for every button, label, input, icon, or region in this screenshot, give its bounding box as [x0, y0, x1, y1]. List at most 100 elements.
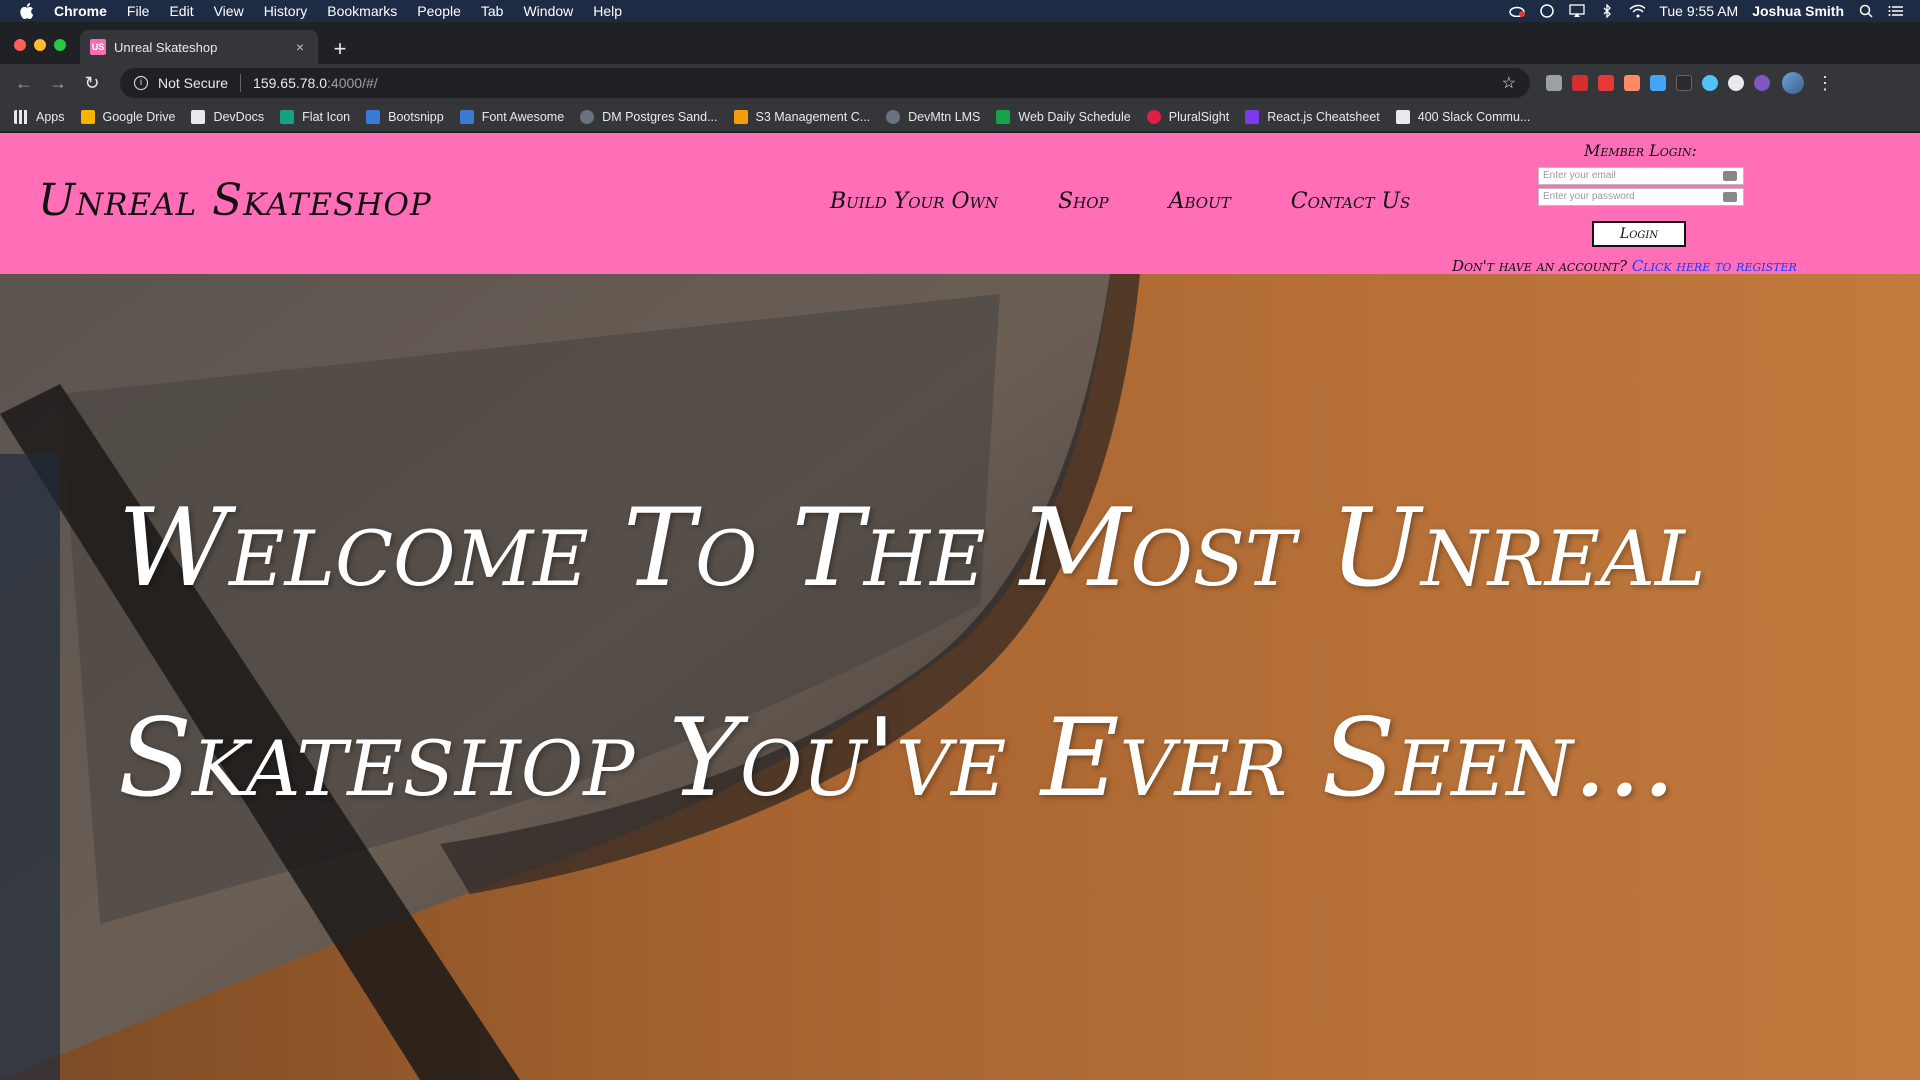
extension-icon[interactable]	[1754, 75, 1770, 91]
menu-window[interactable]: Window	[523, 3, 573, 19]
new-tab-button[interactable]: +	[326, 36, 354, 64]
nav-about[interactable]: About	[1169, 189, 1231, 214]
extension-icon[interactable]	[1598, 75, 1614, 91]
bookmark-label: DevMtn LMS	[908, 109, 981, 124]
minimize-window-button[interactable]	[34, 39, 46, 51]
login-title: Member Login:	[1584, 141, 1697, 160]
bookmark-dm-postgres[interactable]: DM Postgres Sand...	[580, 109, 718, 124]
login-button[interactable]: Login	[1592, 221, 1686, 247]
bookmark-flat-icon[interactable]: Flat Icon	[280, 109, 351, 124]
menu-tab[interactable]: Tab	[481, 3, 504, 19]
react-devtools-icon[interactable]	[1702, 75, 1718, 91]
nav-build-your-own[interactable]: Build Your Own	[830, 189, 998, 214]
bookmark-label: DM Postgres Sand...	[602, 109, 718, 124]
extension-icon[interactable]	[1676, 75, 1692, 91]
extension-icon[interactable]	[1572, 75, 1588, 91]
security-label[interactable]: Not Secure	[158, 75, 228, 91]
creative-cloud-icon[interactable]	[1509, 4, 1526, 18]
nav-contact-us[interactable]: Contact Us	[1291, 189, 1411, 214]
hero-line-2: Skateshop You've Ever Seen...	[118, 696, 1676, 821]
wifi-icon[interactable]	[1629, 4, 1646, 18]
menu-edit[interactable]: Edit	[169, 3, 193, 19]
password-field[interactable]: Enter your password	[1538, 188, 1744, 206]
nav-shop[interactable]: Shop	[1058, 189, 1109, 214]
site-logo[interactable]: Unreal Skateshop	[38, 175, 432, 226]
bookmark-label: S3 Management C...	[755, 109, 871, 124]
menu-bookmarks[interactable]: Bookmarks	[327, 3, 397, 19]
tab-title: Unreal Skateshop	[114, 39, 218, 55]
email-placeholder: Enter your email	[1543, 170, 1616, 181]
omnibox-separator	[240, 74, 242, 92]
web-page: Unreal Skateshop Build Your Own Shop Abo…	[0, 133, 1920, 1080]
bookmark-bootsnipp[interactable]: Bootsnipp	[366, 109, 444, 124]
status-area: Tue 9:55 AM Joshua Smith	[1509, 3, 1904, 19]
site-header: Unreal Skateshop Build Your Own Shop Abo…	[0, 133, 1920, 275]
spotlight-search-icon[interactable]	[1858, 4, 1874, 18]
bookmark-google-drive[interactable]: Google Drive	[80, 109, 176, 124]
bookmark-font-awesome[interactable]: Font Awesome	[459, 109, 565, 124]
menu-view[interactable]: View	[214, 3, 244, 19]
hero-banner: Welcome To The Most Unreal Skateshop You…	[0, 274, 1920, 1080]
reload-button[interactable]: ↻	[78, 69, 106, 97]
url-path: :4000/#/	[327, 75, 378, 91]
notification-center-icon[interactable]	[1888, 4, 1904, 18]
bookmark-devmtn-lms[interactable]: DevMtn LMS	[886, 109, 981, 124]
chrome-menu-icon[interactable]: ⋮	[1816, 73, 1834, 94]
close-window-button[interactable]	[14, 39, 26, 51]
bookmarks-bar: Apps Google Drive DevDocs Flat Icon Boot…	[0, 102, 1920, 132]
menu-app-name[interactable]: Chrome	[54, 3, 107, 19]
menubar-clock[interactable]: Tue 9:55 AM	[1659, 3, 1738, 19]
browser-tab[interactable]: US Unreal Skateshop ×	[80, 30, 318, 64]
bookmark-label: Bootsnipp	[388, 109, 444, 124]
bookmark-devdocs[interactable]: DevDocs	[191, 109, 265, 124]
menu-people[interactable]: People	[417, 3, 461, 19]
info-icon[interactable]: i	[134, 76, 148, 90]
bookmark-label: Google Drive	[102, 109, 176, 124]
register-link[interactable]: Click here to register	[1632, 257, 1797, 275]
bookmark-label: 400 Slack Commu...	[1417, 109, 1531, 124]
bookmark-star-icon[interactable]: ☆	[1502, 73, 1516, 93]
profile-avatar[interactable]	[1782, 72, 1804, 94]
devmtn-icon	[886, 109, 901, 124]
bookmark-label: DevDocs	[213, 109, 265, 124]
airplay-icon[interactable]	[1569, 4, 1585, 18]
macos-menu-bar: Chrome File Edit View History Bookmarks …	[0, 0, 1920, 22]
forward-button[interactable]: →	[44, 69, 72, 97]
bluetooth-icon[interactable]	[1599, 4, 1615, 18]
menu-help[interactable]: Help	[593, 3, 622, 19]
medium-icon	[1395, 109, 1410, 124]
extensions-area	[1546, 75, 1770, 91]
extension-icon[interactable]	[1624, 75, 1640, 91]
bookmark-s3-management[interactable]: S3 Management C...	[733, 109, 871, 124]
register-prompt-text: Don't have an account?	[1452, 257, 1628, 275]
menubar-user[interactable]: Joshua Smith	[1752, 3, 1844, 19]
extension-icon[interactable]	[1728, 75, 1744, 91]
bookmark-apps[interactable]: Apps	[14, 109, 65, 124]
bookmark-react-cheatsheet[interactable]: React.js Cheatsheet	[1245, 109, 1380, 124]
menu-history[interactable]: History	[264, 3, 308, 19]
hero-line-1: Welcome To The Most Unreal	[118, 486, 1706, 611]
email-field[interactable]: Enter your email	[1538, 167, 1744, 185]
back-button[interactable]: ←	[10, 69, 38, 97]
flaticon-icon	[280, 109, 295, 124]
address-bar[interactable]: i Not Secure 159.65.78.0:4000/#/ ☆	[120, 68, 1530, 98]
menu-file[interactable]: File	[127, 3, 150, 19]
devdocs-icon	[191, 109, 206, 124]
bookmark-web-daily-schedule[interactable]: Web Daily Schedule	[996, 109, 1131, 124]
password-manager-icon[interactable]	[1723, 171, 1737, 181]
close-tab-icon[interactable]: ×	[292, 39, 308, 55]
bookmark-pluralsight[interactable]: PluralSight	[1146, 109, 1229, 124]
password-placeholder: Enter your password	[1543, 191, 1635, 202]
postgres-icon	[580, 109, 595, 124]
bookmark-slack-commands[interactable]: 400 Slack Commu...	[1395, 109, 1531, 124]
bookmark-label: Font Awesome	[481, 109, 565, 124]
pluralsight-icon	[1146, 109, 1161, 124]
bookmark-label: Flat Icon	[302, 109, 351, 124]
zoom-window-button[interactable]	[54, 39, 66, 51]
chrome-toolbar: ← → ↻ i Not Secure 159.65.78.0:4000/#/ ☆…	[0, 64, 1920, 102]
apple-icon[interactable]	[20, 3, 34, 19]
sync-icon[interactable]	[1539, 4, 1555, 18]
password-manager-icon[interactable]	[1723, 192, 1737, 202]
extension-icon[interactable]	[1546, 75, 1562, 91]
extension-icon[interactable]	[1650, 75, 1666, 91]
